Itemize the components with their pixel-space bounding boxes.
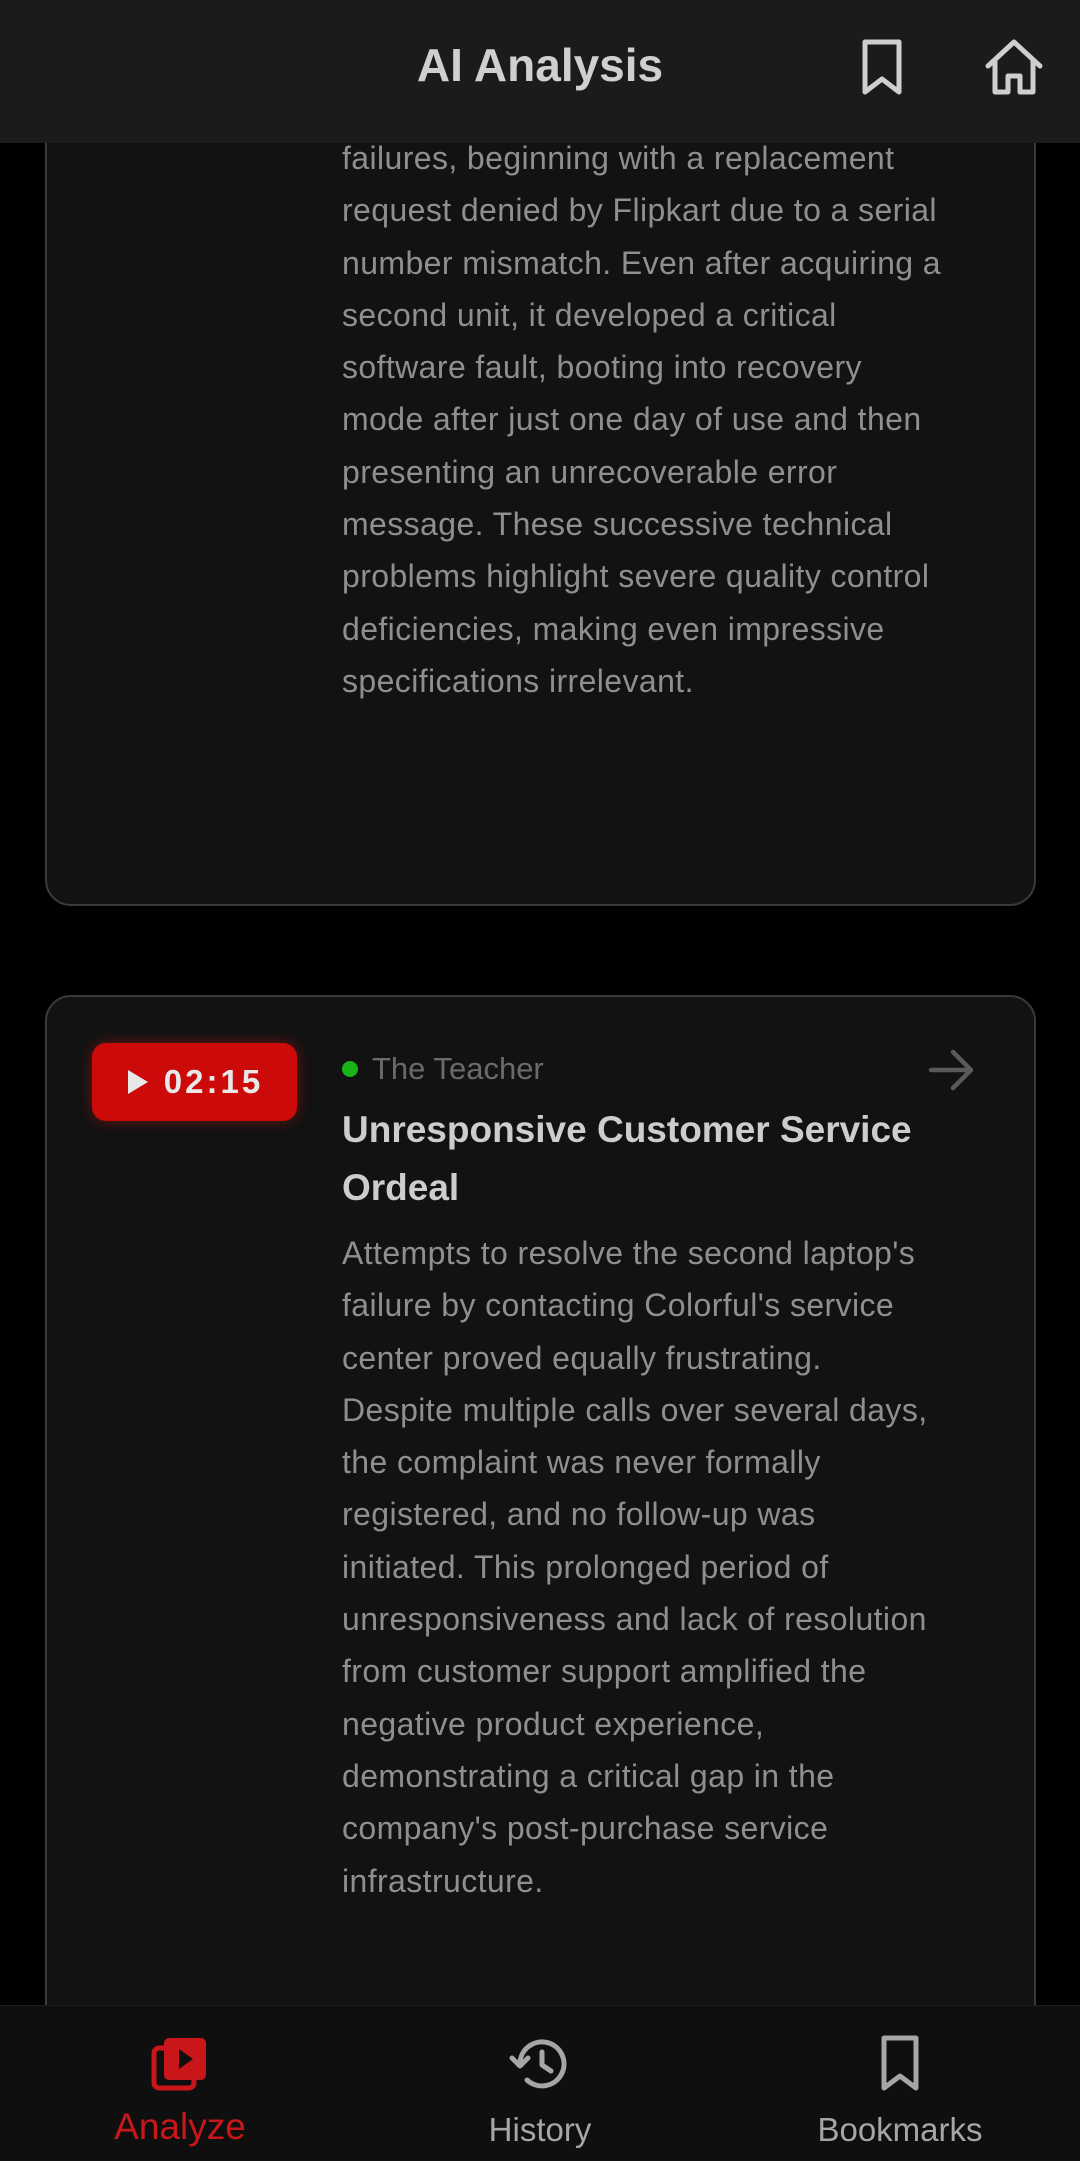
timestamp-play-button[interactable]: 02:15	[92, 1043, 297, 1121]
nav-history[interactable]: History	[440, 2006, 640, 2161]
arrow-right-icon[interactable]	[927, 1047, 977, 1093]
nav-bookmarks-label: Bookmarks	[817, 2111, 983, 2148]
analysis-card[interactable]: 02:15 The Teacher Unresponsive Customer …	[45, 995, 1036, 2161]
nav-analyze[interactable]: Analyze	[80, 2006, 280, 2161]
home-icon[interactable]	[982, 36, 1046, 98]
card-title: Unresponsive Customer Service Ordeal	[342, 1109, 912, 1208]
bottom-navigation: Analyze History Bookmarks	[0, 2005, 1080, 2161]
nav-analyze-label: Analyze	[114, 2106, 246, 2147]
bookmark-icon	[881, 2035, 919, 2091]
card-body-text: Attempts to resolve the second laptop's …	[342, 1235, 928, 1899]
persona-row: The Teacher	[342, 1049, 544, 1089]
timestamp-label: 02:15	[163, 1063, 264, 1100]
persona-name: The Teacher	[372, 1051, 544, 1086]
bookmark-icon[interactable]	[852, 36, 912, 98]
video-library-icon	[151, 2038, 206, 2091]
nav-bookmarks[interactable]: Bookmarks	[790, 2006, 1010, 2161]
status-dot-icon	[342, 1061, 358, 1077]
app-screen: failures, beginning with a replacement r…	[0, 0, 1080, 2161]
play-icon	[127, 1070, 148, 1094]
page-title: AI Analysis	[416, 39, 664, 91]
top-app-bar: AI Analysis	[0, 0, 1080, 143]
history-icon	[509, 2039, 567, 2089]
card-body-text: failures, beginning with a replacement r…	[342, 140, 941, 699]
nav-history-label: History	[488, 2111, 592, 2148]
